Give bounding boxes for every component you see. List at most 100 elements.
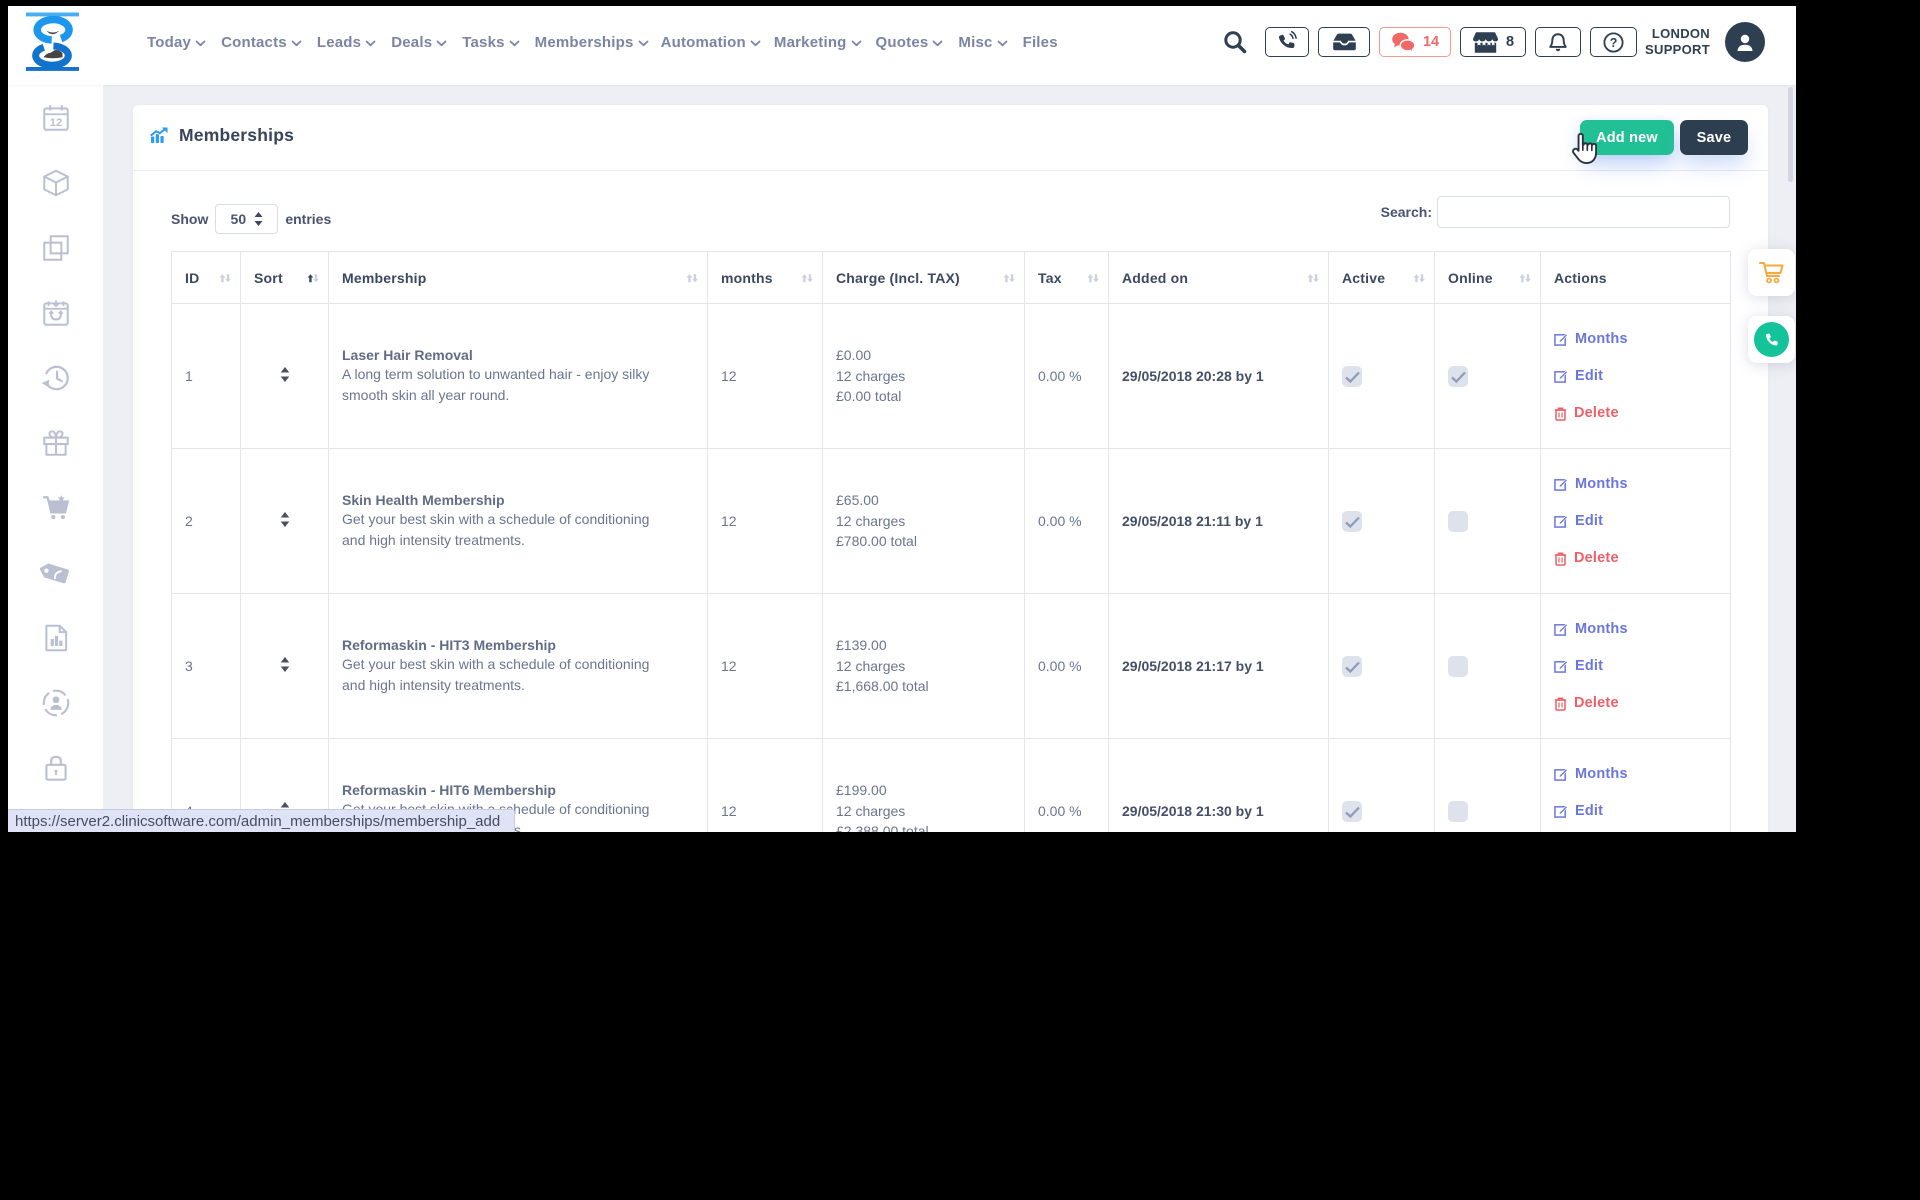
sort-arrows-icon[interactable] bbox=[801, 270, 813, 286]
delete-link[interactable]: Delete bbox=[1554, 550, 1730, 566]
sidebar-lock-icon[interactable] bbox=[8, 748, 103, 788]
menu-item-automation[interactable]: Automation bbox=[661, 34, 761, 51]
delete-link[interactable]: Delete bbox=[1554, 695, 1730, 711]
sidebar-cart-icon[interactable] bbox=[8, 488, 103, 528]
phone-button[interactable] bbox=[1265, 27, 1309, 57]
added-on-text: 29/05/2018 20:28 by 1 bbox=[1122, 368, 1264, 384]
drag-sort-icon[interactable] bbox=[280, 657, 290, 672]
column-header-online[interactable]: Online bbox=[1435, 252, 1541, 304]
cell-months: 12 bbox=[708, 594, 823, 739]
sort-arrows-icon[interactable] bbox=[1003, 270, 1015, 286]
drag-sort-icon[interactable] bbox=[280, 367, 290, 382]
menu-item-leads[interactable]: Leads bbox=[317, 34, 376, 51]
edit-link[interactable]: Edit bbox=[1554, 803, 1730, 819]
checkbox[interactable] bbox=[1448, 656, 1468, 677]
memberships-table: IDSortMembershipmonthsCharge (Incl. TAX)… bbox=[171, 251, 1731, 832]
column-header-charge-incl-tax-[interactable]: Charge (Incl. TAX) bbox=[823, 252, 1025, 304]
menu-item-misc[interactable]: Misc bbox=[958, 34, 1007, 51]
sidebar-history-icon[interactable] bbox=[8, 358, 103, 398]
sort-arrows-icon[interactable] bbox=[1307, 270, 1319, 286]
save-button[interactable]: Save bbox=[1680, 120, 1748, 155]
checkbox[interactable] bbox=[1448, 511, 1468, 532]
help-button[interactable]: ? bbox=[1590, 27, 1637, 57]
membership-title: Laser Hair Removal bbox=[342, 347, 707, 363]
cell-active bbox=[1329, 594, 1435, 739]
menu-item-memberships[interactable]: Memberships bbox=[535, 34, 649, 51]
column-header-actions[interactable]: Actions bbox=[1541, 252, 1731, 304]
bell-button[interactable] bbox=[1535, 27, 1581, 57]
avatar[interactable] bbox=[1725, 22, 1765, 62]
column-header-sort[interactable]: Sort bbox=[241, 252, 329, 304]
sort-arrows-icon[interactable] bbox=[686, 270, 698, 286]
months-link[interactable]: Months bbox=[1554, 766, 1730, 782]
search-icon[interactable] bbox=[1222, 29, 1248, 55]
months-link[interactable]: Months bbox=[1554, 621, 1730, 637]
column-header-membership[interactable]: Membership bbox=[329, 252, 708, 304]
chat-button[interactable]: 14 bbox=[1379, 27, 1451, 57]
menu-item-today[interactable]: Today bbox=[147, 34, 206, 51]
cell-membership: Laser Hair RemovalA long term solution t… bbox=[329, 304, 708, 449]
menu-item-deals[interactable]: Deals bbox=[391, 34, 447, 51]
entries-select[interactable]: 50 bbox=[215, 204, 278, 234]
table-row: 1Laser Hair RemovalA long term solution … bbox=[172, 304, 1731, 449]
checkbox-checked[interactable] bbox=[1448, 366, 1468, 387]
store-button[interactable]: 8 bbox=[1460, 27, 1526, 57]
memberships-card: Memberships Add new Save Show 50 bbox=[133, 105, 1768, 832]
months-link[interactable]: Months bbox=[1554, 476, 1730, 492]
user-name[interactable]: LONDON SUPPORT bbox=[1645, 26, 1710, 58]
cell-sort bbox=[241, 304, 329, 449]
edit-link[interactable]: Edit bbox=[1554, 513, 1730, 529]
sidebar-tags-icon[interactable] bbox=[8, 553, 103, 593]
edit-link[interactable]: Edit bbox=[1554, 368, 1730, 384]
column-header-id[interactable]: ID bbox=[172, 252, 241, 304]
edit-icon bbox=[1554, 622, 1568, 636]
search-input[interactable] bbox=[1437, 196, 1730, 228]
menu-item-label: Contacts bbox=[221, 34, 287, 51]
checkbox-checked[interactable] bbox=[1342, 366, 1362, 387]
sidebar-gift-icon[interactable] bbox=[8, 423, 103, 463]
delete-link[interactable]: Delete bbox=[1554, 405, 1730, 421]
inbox-button[interactable] bbox=[1318, 27, 1370, 57]
user-name-line2: SUPPORT bbox=[1645, 42, 1710, 58]
column-header-added-on[interactable]: Added on bbox=[1109, 252, 1329, 304]
months-link[interactable]: Months bbox=[1554, 331, 1730, 347]
chat-icon bbox=[1391, 31, 1416, 54]
added-on-text: 29/05/2018 21:30 by 1 bbox=[1122, 803, 1264, 819]
sidebar-user-circle-icon[interactable] bbox=[8, 683, 103, 723]
sort-arrows-icon[interactable] bbox=[1519, 270, 1531, 286]
sidebar-calendar-icon[interactable]: 12 bbox=[8, 98, 103, 138]
cell-tax: 0.00 % bbox=[1025, 739, 1109, 833]
menu-item-contacts[interactable]: Contacts bbox=[221, 34, 302, 51]
checkbox-checked[interactable] bbox=[1342, 511, 1362, 532]
column-header-tax[interactable]: Tax bbox=[1025, 252, 1109, 304]
floating-phone-button[interactable] bbox=[1748, 316, 1795, 363]
left-sidebar: 12 bbox=[8, 85, 103, 832]
edit-link[interactable]: Edit bbox=[1554, 658, 1730, 674]
cell-membership: Skin Health MembershipGet your best skin… bbox=[329, 449, 708, 594]
table-controls: Show 50 entries Search: bbox=[133, 171, 1768, 261]
charge-count: 12 charges bbox=[836, 656, 1024, 677]
drag-sort-icon[interactable] bbox=[280, 512, 290, 527]
sort-arrows-icon[interactable] bbox=[1087, 270, 1099, 286]
checkbox[interactable] bbox=[1448, 801, 1468, 822]
menu-item-marketing[interactable]: Marketing bbox=[774, 34, 862, 51]
menu-item-quotes[interactable]: Quotes bbox=[876, 34, 944, 51]
sort-arrows-icon[interactable] bbox=[1413, 270, 1425, 286]
sidebar-report-icon[interactable] bbox=[8, 618, 103, 658]
sort-arrows-icon[interactable] bbox=[307, 270, 319, 286]
sort-arrows-icon[interactable] bbox=[219, 270, 231, 286]
inbox-icon bbox=[1332, 31, 1357, 53]
floating-cart-button[interactable] bbox=[1748, 249, 1795, 296]
column-header-active[interactable]: Active bbox=[1329, 252, 1435, 304]
clinicsoftware-logo[interactable] bbox=[26, 12, 80, 79]
menu-item-tasks[interactable]: Tasks bbox=[462, 34, 519, 51]
status-url-tooltip: https://server2.clinicsoftware.com/admin… bbox=[8, 809, 515, 832]
sidebar-copy-icon[interactable] bbox=[8, 228, 103, 268]
checkbox-checked[interactable] bbox=[1342, 656, 1362, 677]
checkbox-checked[interactable] bbox=[1342, 801, 1362, 822]
sidebar-archive-icon[interactable] bbox=[8, 293, 103, 333]
scrollbar-thumb[interactable] bbox=[1788, 87, 1793, 182]
column-header-months[interactable]: months bbox=[708, 252, 823, 304]
sidebar-package-icon[interactable] bbox=[8, 163, 103, 203]
menu-item-files[interactable]: Files bbox=[1023, 34, 1058, 51]
